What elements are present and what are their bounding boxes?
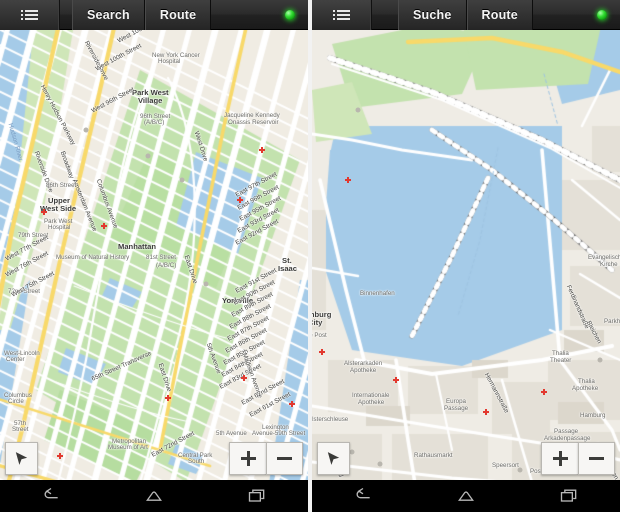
home-icon	[458, 491, 474, 501]
home-button[interactable]	[440, 483, 492, 509]
home-button[interactable]	[128, 483, 180, 509]
map-view-hamburg[interactable]: EsplanadeKennedybrückeKennedybrückeKenne…	[312, 30, 620, 480]
android-navigation-bar	[312, 480, 620, 512]
zoom-in-button[interactable]	[541, 442, 578, 475]
search-button[interactable]: Search	[72, 0, 145, 30]
zoom-out-button[interactable]	[266, 442, 303, 475]
back-button[interactable]	[25, 483, 77, 509]
zoom-controls[interactable]	[541, 442, 615, 475]
my-location-button[interactable]	[5, 442, 38, 475]
map-canvas[interactable]	[0, 30, 308, 480]
back-button[interactable]	[337, 483, 389, 509]
recents-icon	[248, 489, 264, 502]
list-menu-icon	[21, 9, 38, 20]
minus-icon	[589, 451, 604, 466]
minus-icon	[277, 451, 292, 466]
map-canvas[interactable]	[312, 30, 620, 480]
home-icon	[146, 491, 162, 501]
device-screenshot-left: Search Route Henry Hudson Parkway Riversi…	[0, 0, 308, 512]
recents-icon	[560, 489, 576, 502]
back-arrow-icon	[44, 487, 58, 499]
gps-status-led	[597, 9, 607, 20]
back-arrow-icon	[356, 487, 370, 499]
zoom-out-button[interactable]	[578, 442, 615, 475]
location-arrow-icon	[15, 452, 28, 465]
route-button[interactable]: Route	[466, 0, 533, 30]
zoom-controls[interactable]	[229, 442, 303, 475]
dual-screenshot-comparison: Search Route Henry Hudson Parkway Riversi…	[0, 0, 620, 512]
device-screenshot-right: Suche Route EsplanadeKennedybrückeKenned…	[312, 0, 620, 512]
plus-icon	[240, 451, 256, 466]
menu-button[interactable]	[312, 0, 372, 30]
search-button[interactable]: Suche	[398, 0, 467, 30]
gps-status-led	[285, 9, 295, 20]
recents-button[interactable]	[231, 483, 283, 509]
location-arrow-icon	[327, 452, 340, 465]
route-button[interactable]: Route	[144, 0, 212, 30]
android-navigation-bar	[0, 480, 308, 512]
recents-button[interactable]	[543, 483, 595, 509]
menu-button[interactable]	[0, 0, 60, 30]
my-location-button[interactable]	[317, 442, 350, 475]
list-menu-icon	[333, 9, 350, 20]
action-bar-left: Search Route	[0, 0, 308, 30]
zoom-in-button[interactable]	[229, 442, 266, 475]
plus-icon	[552, 451, 568, 466]
map-view-manhattan[interactable]: Henry Hudson Parkway Riverside Drive River…	[0, 30, 308, 480]
action-bar-right: Suche Route	[312, 0, 620, 30]
